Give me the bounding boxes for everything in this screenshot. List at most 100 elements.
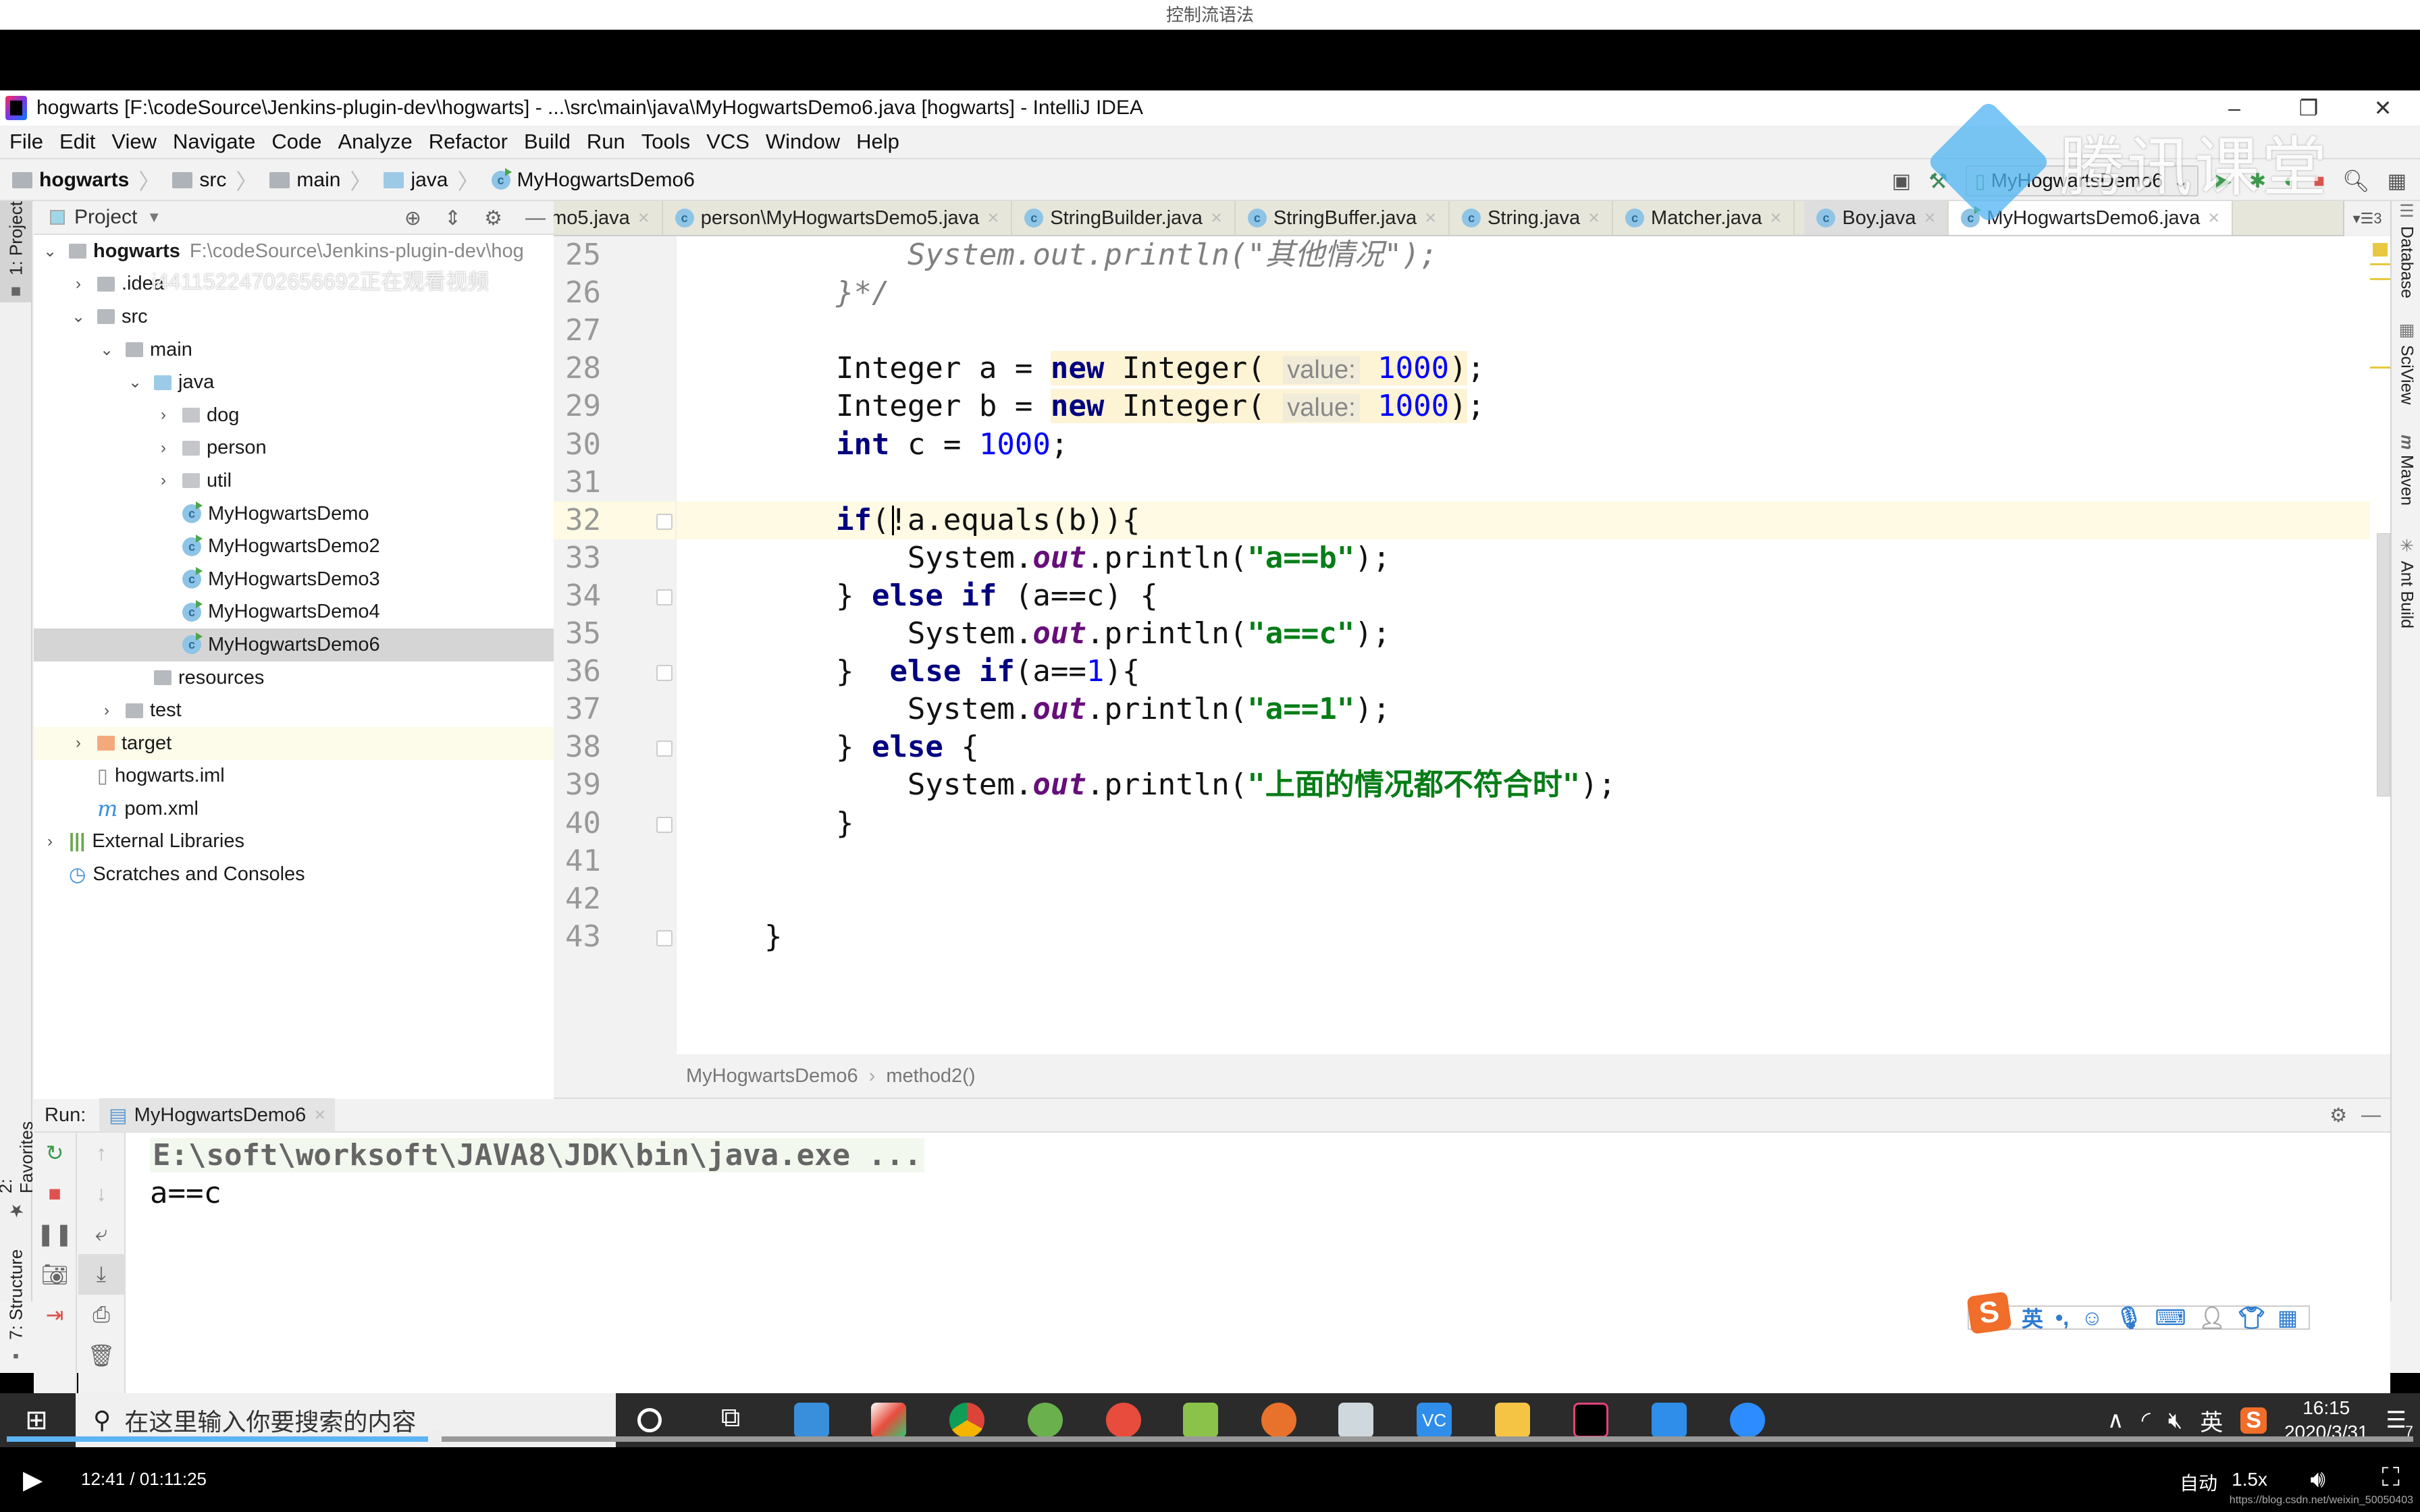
stop-icon[interactable]: ■	[34, 1173, 76, 1214]
tree-item-target[interactable]: › target	[34, 726, 554, 760]
run-icon[interactable]: ▶	[2216, 169, 2232, 193]
scroll-to-end-icon[interactable]: ⤓	[78, 1254, 124, 1295]
editor-tab-boy-java[interactable]: c Boy.java ×	[1804, 201, 1949, 235]
intellij-taskbar-icon[interactable]	[1573, 1403, 1608, 1438]
chrome-icon[interactable]	[949, 1403, 984, 1438]
tree-item-resources[interactable]: resources	[34, 662, 554, 695]
tool-window-ant-build[interactable]: ✳ Ant Build	[2392, 536, 2420, 651]
wps-icon[interactable]	[1652, 1403, 1687, 1438]
tool-window-database[interactable]: ☰ Database	[2392, 201, 2420, 309]
close-tab-icon[interactable]: ×	[1924, 207, 1935, 230]
cortana-icon[interactable]	[637, 1408, 662, 1432]
layout-icon[interactable]: ▣	[1892, 169, 1911, 193]
editor-tab-person-myhogwartsdemo5-java[interactable]: c person\MyHogwartsDemo5.java ×	[663, 201, 1013, 235]
code-editor[interactable]: System.out.println("其他情况"); }*/ Integer …	[675, 236, 2371, 1054]
tool-window-project[interactable]: ■ 1: Project	[0, 201, 32, 302]
menu-code[interactable]: Code	[263, 125, 330, 159]
vc-icon[interactable]: VC	[1417, 1403, 1452, 1438]
tree-item-src[interactable]: ⌄ src	[34, 300, 554, 333]
locate-file-icon[interactable]: ⊕	[404, 207, 421, 230]
video-progress-bar[interactable]	[7, 1430, 2413, 1449]
editor-tab-matcher-java[interactable]: c Matcher.java ×	[1613, 201, 1795, 235]
trash-icon[interactable]: 🗑︎	[78, 1335, 124, 1376]
run-config-dropdown[interactable]: ▯ MyHogwartsDemo6 ⌄	[1965, 165, 2199, 196]
minimize-button[interactable]: –	[2197, 90, 2271, 126]
editor-tab-myhogwartsdemo6-java[interactable]: c MyHogwartsDemo6.java ×	[1949, 201, 2234, 235]
tree-item-scratches-and-consoles[interactable]: ◷ Scratches and Consoles	[34, 858, 554, 891]
close-tab-icon[interactable]: ×	[1588, 207, 1600, 230]
volume-muted-icon[interactable]: 🔇︎	[2168, 1407, 2182, 1434]
fold-marker-icon[interactable]	[656, 665, 673, 682]
breadcrumb-src[interactable]: src 〉	[172, 165, 257, 196]
punctuation-icon[interactable]: •,	[2055, 1305, 2069, 1330]
app-icon-1[interactable]	[871, 1403, 906, 1438]
menu-vcs[interactable]: VCS	[698, 125, 758, 159]
code-breadcrumb-class[interactable]: MyHogwartsDemo6	[686, 1065, 858, 1087]
emoji-icon[interactable]: ☺	[2081, 1305, 2103, 1330]
tool-window-structure[interactable]: ▪ 7: Structure	[0, 1247, 32, 1369]
console-output[interactable]: E:\soft\worksoft\JAVA8\JDK\bin\java.exe …	[126, 1133, 2390, 1409]
project-view-selector[interactable]: Project	[74, 206, 137, 229]
close-tab-icon[interactable]: ×	[987, 207, 999, 230]
close-tab-icon[interactable]: ×	[1425, 207, 1436, 230]
ime-mode-toggle[interactable]: 英	[2022, 1302, 2043, 1333]
menu-file[interactable]: File	[0, 125, 51, 159]
tree-item-util[interactable]: › util	[34, 464, 554, 497]
fold-marker-icon[interactable]	[656, 816, 673, 833]
print-icon[interactable]: ⎙	[78, 1295, 124, 1335]
exit-icon[interactable]: ⇥	[34, 1295, 76, 1335]
chevron-down-icon[interactable]: ⌄	[72, 307, 85, 327]
wifi-icon[interactable]: ◜	[2142, 1407, 2151, 1434]
code-breadcrumb-method[interactable]: method2()	[886, 1065, 975, 1087]
editor-tab-stringbuffer-java[interactable]: c StringBuffer.java ×	[1236, 201, 1450, 235]
tree-item-myhogwartsdemo4[interactable]: c MyHogwartsDemo4	[34, 596, 554, 629]
chevron-right-icon[interactable]: ›	[100, 701, 113, 720]
chevron-right-icon[interactable]: ›	[43, 832, 57, 851]
menu-window[interactable]: Window	[758, 125, 848, 159]
app-icon-pc[interactable]	[794, 1403, 829, 1438]
tool-window-maven[interactable]: m Maven	[2392, 435, 2420, 529]
chevron-right-icon[interactable]: ›	[157, 406, 170, 425]
zoom-meeting-icon[interactable]	[1730, 1403, 1765, 1438]
tree-item-hogwarts[interactable]: ⌄ hogwarts F:\codeSource\Jenkins-plugin-de…	[34, 235, 554, 268]
tree-item-pom-xml[interactable]: m pom.xml	[34, 792, 554, 826]
editor-tab-demo5-java[interactable]: Demo5.java ×	[554, 201, 663, 235]
down-arrow-icon[interactable]: ↓	[78, 1173, 124, 1214]
quality-selector[interactable]: 自动	[2180, 1469, 2217, 1496]
fold-marker-icon[interactable]	[656, 929, 673, 946]
tree-item-myhogwartsdemo[interactable]: c MyHogwartsDemo	[34, 497, 554, 531]
collapse-all-icon[interactable]: ⇕	[444, 207, 461, 230]
keyboard-icon[interactable]: ⌨	[2155, 1305, 2186, 1330]
scrollbar-thumb[interactable]	[2377, 533, 2390, 796]
search-icon[interactable]: 🔍︎	[2342, 168, 2370, 194]
ime-indicator[interactable]: 英	[2200, 1404, 2223, 1437]
tool-window-sciview[interactable]: ▦ SciView	[2392, 320, 2420, 421]
editor-scrollbar[interactable]	[2370, 236, 2390, 1054]
editor-tab-stringbuilder-java[interactable]: c StringBuilder.java ×	[1012, 201, 1236, 235]
close-button[interactable]: ✕	[2346, 90, 2420, 126]
hide-panel-icon[interactable]: —	[525, 207, 546, 230]
pause-icon[interactable]: ❚❚	[34, 1214, 76, 1254]
sogou-logo-icon[interactable]: S	[1966, 1291, 2012, 1334]
tree-item-test[interactable]: › test	[34, 694, 554, 727]
close-tab-icon[interactable]: ×	[638, 207, 650, 230]
fold-marker-icon[interactable]	[656, 589, 673, 605]
volume-icon[interactable]: 🔊︎	[2310, 1465, 2325, 1494]
chevron-right-icon[interactable]: ›	[72, 275, 85, 294]
breadcrumb-java[interactable]: java 〉	[384, 165, 479, 196]
chevron-right-icon[interactable]: ›	[157, 471, 170, 490]
tree-item-hogwarts-iml[interactable]: ▯ hogwarts.iml	[34, 760, 554, 793]
ubuntu-icon[interactable]	[1261, 1403, 1296, 1438]
play-icon[interactable]: ▶	[23, 1465, 43, 1495]
restore-button[interactable]: ❐	[2271, 90, 2346, 126]
toolbox-grid-icon[interactable]: ▦	[2278, 1305, 2298, 1330]
rerun-icon[interactable]: ↻	[34, 1133, 76, 1173]
close-tab-icon[interactable]: ×	[314, 1104, 325, 1127]
settings-gear-icon[interactable]: ⚙	[484, 207, 502, 230]
menu-refactor[interactable]: Refactor	[421, 125, 516, 159]
stop-icon[interactable]: ■	[2313, 170, 2325, 192]
coverage-icon[interactable]: ◐	[2284, 169, 2296, 192]
debug-icon[interactable]: ✱	[2249, 169, 2266, 193]
app-icon-5[interactable]	[1338, 1403, 1373, 1438]
menu-tools[interactable]: Tools	[633, 125, 698, 159]
